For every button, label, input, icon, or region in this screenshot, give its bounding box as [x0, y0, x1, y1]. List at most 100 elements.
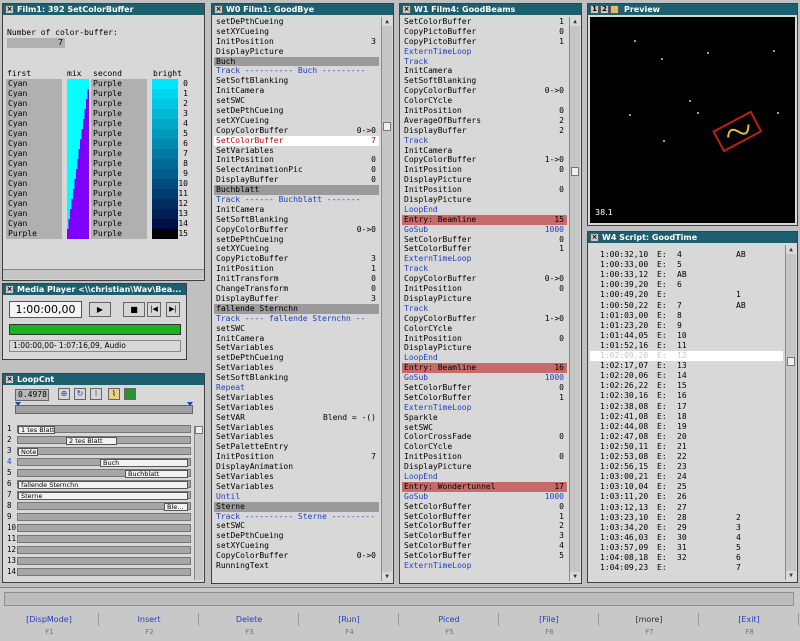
script-row[interactable]: 1:02:20,06 E: 14 [590, 371, 783, 381]
command-row[interactable]: Entry: Beamline 16 [402, 363, 567, 374]
command-row[interactable]: GoSub 1000 [402, 492, 567, 502]
command-row[interactable]: CopyColorBuffer 0->0 [214, 225, 379, 235]
loop-row[interactable]: 13 [7, 556, 195, 566]
command-row[interactable]: setXYCueing [214, 541, 379, 551]
command-row[interactable]: DisplayBuffer 0 [214, 175, 379, 185]
command-row[interactable]: SetColorBuffer 2 [402, 521, 567, 531]
script-row[interactable]: 1:03:57,09 E: 31 5 [590, 543, 783, 553]
scroll-down-icon[interactable]: ▼ [786, 571, 796, 580]
command-row[interactable]: InitPosition 0 [402, 452, 567, 462]
command-row[interactable]: InitPosition 3 [214, 37, 379, 47]
command-row[interactable]: Repeat [214, 383, 379, 393]
second-color[interactable]: Purple [91, 149, 147, 159]
scroll-up-icon[interactable]: ▲ [382, 17, 392, 26]
scroll-up-icon[interactable]: ▲ [570, 17, 580, 26]
script-row[interactable]: 1:01:52,16 E: 11 [590, 341, 783, 351]
command-row[interactable]: SetSoftBlanking [214, 373, 379, 383]
command-row[interactable]: setSWC [214, 324, 379, 334]
loop-track[interactable]: Buchblatt [17, 469, 191, 478]
command-row[interactable]: InitPosition 0 [402, 165, 567, 175]
script-row[interactable]: 1:00:39,20 E: 6 [590, 280, 783, 290]
command-row[interactable]: fallende Sternchn [214, 303, 379, 314]
second-color[interactable]: Purple [91, 169, 147, 179]
scroll-down-icon[interactable]: ▼ [570, 572, 580, 581]
second-color[interactable]: Purple [91, 139, 147, 149]
command-row[interactable]: SetColorBuffer 0 [402, 502, 567, 512]
colorbuffer-scrollbar[interactable] [3, 269, 204, 279]
play-button[interactable]: ▶ [89, 302, 111, 317]
command-row[interactable]: Track ---------- Sterne --------- [214, 512, 379, 522]
command-row[interactable]: ExternTimeLoop [402, 561, 567, 571]
command-row[interactable]: AverageOfBuffers 2 [402, 116, 567, 126]
command-row[interactable]: SetVAR Blend = -() [214, 413, 379, 423]
script-row[interactable]: 1:03:10,04 E: 25 [590, 482, 783, 492]
script-row[interactable]: 1:02:17,07 E: 13 [590, 361, 783, 371]
second-color[interactable]: Purple [91, 199, 147, 209]
first-color[interactable]: Cyan [6, 79, 62, 89]
loop-track[interactable] [17, 568, 191, 576]
first-color[interactable]: Cyan [6, 209, 62, 219]
first-color[interactable]: Cyan [6, 149, 62, 159]
second-color[interactable]: Purple [91, 89, 147, 99]
command-row[interactable]: setDePthCueing [214, 106, 379, 116]
fkey-button[interactable]: [DispMode] [0, 613, 99, 626]
scroll-thumb[interactable] [195, 426, 203, 434]
colorbuffer-row[interactable]: Cyan Purple 1 [6, 89, 190, 99]
command-row[interactable]: InitCamera [214, 205, 379, 215]
loopcnt-scrollbar[interactable] [194, 426, 203, 580]
command-row[interactable]: Track [402, 264, 567, 274]
colorbuffer-row[interactable]: Cyan Purple 13 [6, 209, 190, 219]
command-row[interactable]: Buchblatt [214, 185, 379, 196]
command-row[interactable]: LoopEnd [402, 472, 567, 482]
script-row[interactable]: 1:03:23,10 E: 28 2 [590, 513, 783, 523]
command-row[interactable]: InitPosition 7 [214, 452, 379, 462]
command-row[interactable]: SetColorBuffer 1 [402, 512, 567, 522]
loop-track[interactable]: Sterne [17, 491, 191, 500]
fkey-button[interactable]: Insert [100, 613, 199, 626]
loop-segment[interactable]: Buchblatt [125, 470, 188, 478]
previous-button[interactable]: |◀ [147, 302, 161, 317]
command-row[interactable]: ChangeTransform 0 [214, 284, 379, 294]
loop-row[interactable]: 2 2 tes Blatt [7, 435, 195, 445]
close-icon[interactable]: × [5, 5, 14, 14]
command-row[interactable]: SetVariables [214, 343, 379, 353]
script-row[interactable]: 1:03:46,03 E: 30 4 [590, 533, 783, 543]
loop-segment[interactable]: Ble... [164, 503, 188, 511]
command-row[interactable]: Sparkle [402, 413, 567, 423]
first-color[interactable]: Cyan [6, 159, 62, 169]
loop-row[interactable]: 5 Buchblatt [7, 468, 195, 478]
command-row[interactable]: DisplayPicture [402, 294, 567, 304]
preview-titlebar[interactable]: 1 2 Preview [588, 4, 797, 15]
loop-track[interactable]: Note [17, 447, 191, 456]
first-color[interactable]: Cyan [6, 99, 62, 109]
colorbuffer-row[interactable]: Cyan Purple 2 [6, 99, 190, 109]
script-row[interactable]: 1:03:11,20 E: 26 [590, 492, 783, 502]
command-row[interactable]: CopyPictoBuffer 0 [402, 27, 567, 37]
command-row[interactable]: DisplayPicture [214, 47, 379, 57]
command-row[interactable]: InitPosition 1 [214, 264, 379, 274]
command-row[interactable]: CopyPictoBuffer 1 [402, 37, 567, 47]
second-color[interactable]: Purple [91, 99, 147, 109]
script-row[interactable]: 1:03:34,20 E: 29 3 [590, 523, 783, 533]
second-color[interactable]: Purple [91, 229, 147, 239]
w4-scrollbar[interactable]: ▲ ▼ [785, 245, 796, 580]
script-row[interactable]: 1:00:49,20 E: 1 [590, 290, 783, 300]
loop-row[interactable]: 1 1 tes Blatt [7, 424, 195, 434]
command-row[interactable]: SetSoftBlanking [214, 215, 379, 225]
command-row[interactable]: setXYCueing [214, 244, 379, 254]
loop-track[interactable]: Ble... [17, 502, 191, 511]
command-row[interactable]: Track ------ Buchblatt ------- [214, 195, 379, 205]
loop-track[interactable] [17, 535, 191, 543]
loop-segment[interactable]: 2 tes Blatt [66, 437, 117, 445]
w0-scrollbar[interactable]: ▲ ▼ [381, 17, 392, 581]
loop-segment[interactable]: Note [18, 448, 38, 456]
loop-row[interactable]: 11 [7, 534, 195, 544]
script-row[interactable]: 1:02:47,08 E: 20 [590, 432, 783, 442]
close-icon[interactable]: × [590, 233, 599, 242]
command-row[interactable]: SetSoftBlanking [214, 76, 379, 86]
command-row[interactable]: ExternTimeLoop [402, 254, 567, 264]
command-row[interactable]: CopyColorBuffer 1->0 [402, 314, 567, 324]
command-row[interactable]: InitPosition 0 [402, 185, 567, 195]
w1-scrollbar[interactable]: ▲ ▼ [569, 17, 580, 581]
color-icon[interactable] [124, 388, 136, 400]
